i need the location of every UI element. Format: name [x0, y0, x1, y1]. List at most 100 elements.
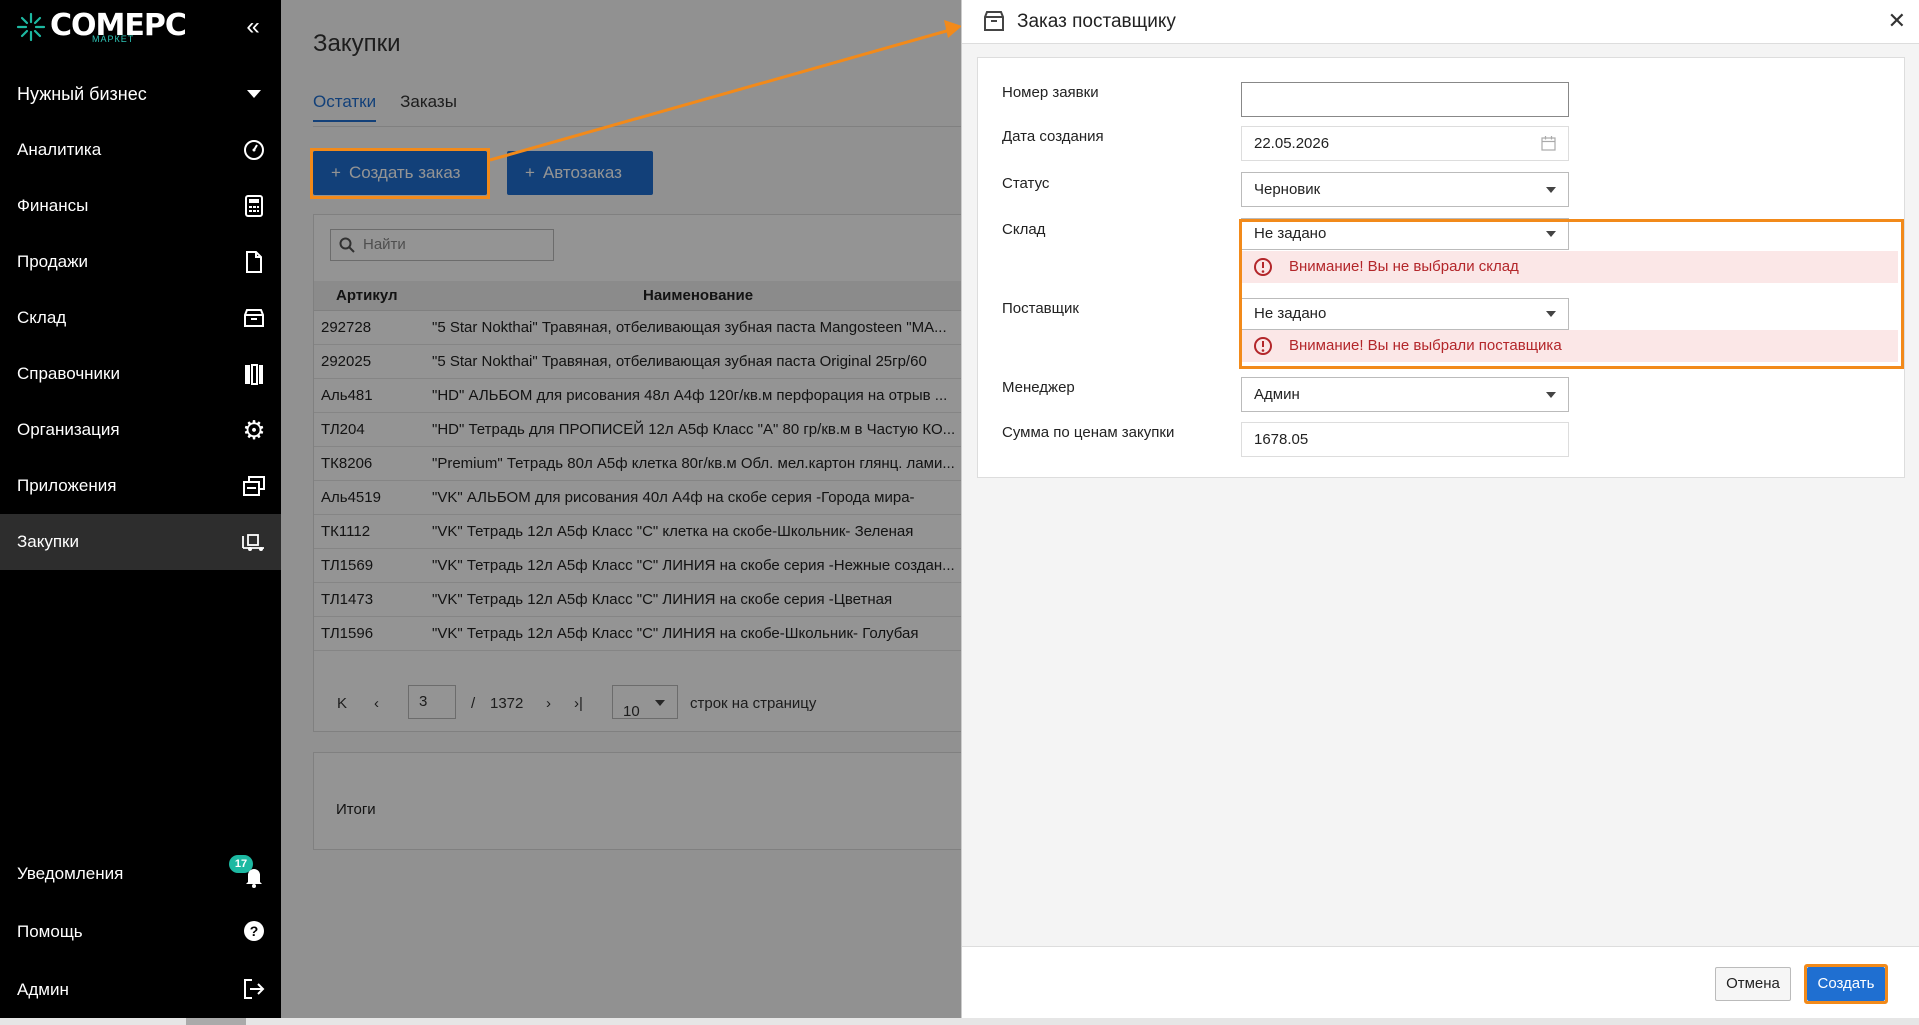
- column-header-sku[interactable]: Артикул: [336, 287, 398, 304]
- cell-sku: ТК8206: [321, 455, 373, 472]
- logout-icon: [242, 977, 266, 1001]
- cell-sku: ТЛ1569: [321, 557, 374, 574]
- dialog-title: Заказ поставщику: [1017, 11, 1176, 32]
- logo-subtitle: МАРКЕТ: [92, 34, 135, 44]
- cell-name: "HD" Тетрадь для ПРОПИСЕЙ 12л А5ф Класс …: [432, 421, 956, 438]
- first-page-icon[interactable]: K: [337, 695, 347, 712]
- speedometer-icon: [242, 138, 266, 162]
- table-row[interactable]: Аль481 "HD" АЛЬБОМ для рисования 48л А4ф …: [314, 379, 974, 413]
- sidebar-item-label: Склад: [17, 308, 67, 327]
- sidebar-item-analytics[interactable]: Аналитика: [0, 122, 281, 178]
- search-input[interactable]: Найти: [330, 229, 554, 261]
- page-input[interactable]: 3: [408, 685, 456, 719]
- box-icon: [242, 306, 266, 330]
- search-icon: [339, 237, 355, 253]
- caret-down-icon: [1546, 187, 1556, 193]
- last-page-icon[interactable]: ›|: [574, 695, 583, 712]
- sidebar-item-sales[interactable]: Продажи: [0, 234, 281, 290]
- sidebar-item-label: Админ: [17, 980, 69, 999]
- search-placeholder: Найти: [363, 236, 406, 253]
- sidebar-item-organization[interactable]: Организация ⚙: [0, 402, 281, 458]
- totals-panel: Итоги: [313, 752, 973, 850]
- caret-down-icon: [655, 700, 665, 706]
- status-label: Статус: [1002, 175, 1050, 192]
- highlight-required-fields: [1239, 219, 1904, 369]
- collapse-sidebar-icon[interactable]: «: [242, 15, 264, 39]
- cell-sku: 292728: [321, 319, 372, 336]
- tab-stock[interactable]: Остатки: [313, 92, 377, 122]
- sum-input[interactable]: 1678.05: [1241, 422, 1569, 457]
- caret-down-icon: [1546, 392, 1556, 398]
- manager-label: Менеджер: [1002, 379, 1075, 396]
- cell-sku: 292025: [321, 353, 372, 370]
- sidebar-item-admin[interactable]: Админ: [0, 961, 281, 1019]
- order-number-input[interactable]: [1241, 82, 1569, 117]
- per-page-select[interactable]: 10: [612, 685, 678, 720]
- created-date-label: Дата создания: [1002, 128, 1104, 145]
- calendar-icon[interactable]: [1541, 136, 1556, 151]
- table-row[interactable]: Аль4519 "VK" АЛЬБОМ для рисования 40л А4ф…: [314, 481, 974, 515]
- business-selector[interactable]: Нужный бизнес: [0, 76, 281, 112]
- sidebar-item-finance[interactable]: Финансы: [0, 178, 281, 234]
- truck-icon: [242, 530, 266, 554]
- table-row[interactable]: ТЛ1569 "VK" Тетрадь 12л А5ф Класс "С" ЛИН…: [314, 549, 974, 583]
- prev-page-icon[interactable]: ‹: [374, 695, 379, 712]
- bell-icon: [242, 865, 266, 889]
- tab-orders[interactable]: Заказы: [400, 92, 457, 122]
- cell-name: "VK" Тетрадь 12л А5ф Класс "С" ЛИНИЯ на …: [432, 557, 955, 574]
- document-icon: [242, 250, 266, 274]
- stock-grid: Найти Артикул Наименование 292728 "5 Star…: [313, 214, 974, 732]
- cell-name: "5 Star Nokthai" Травяная, отбеливающая …: [432, 353, 927, 370]
- sidebar-item-label: Закупки: [17, 532, 79, 551]
- scrollbar-thumb[interactable]: [186, 1018, 246, 1025]
- box-icon: [984, 11, 1004, 31]
- sidebar: COMEPC МАРКЕТ « Нужный бизнес Аналитика …: [0, 0, 281, 1018]
- sidebar-item-notifications[interactable]: Уведомления 17: [0, 845, 281, 903]
- logo-star-icon: [16, 12, 46, 42]
- cell-name: "VK" Тетрадь 12л А5ф Класс "С" ЛИНИЯ на …: [432, 591, 893, 608]
- order-form: Номер заявки Дата создания 22.05.2026 Ст…: [977, 57, 1905, 478]
- warehouse-label: Склад: [1002, 221, 1046, 238]
- manager-select[interactable]: Админ: [1241, 377, 1569, 412]
- cell-sku: ТЛ1596: [321, 625, 374, 642]
- status-select[interactable]: Черновик: [1241, 172, 1569, 207]
- sidebar-item-warehouse[interactable]: Склад: [0, 290, 281, 346]
- table-row[interactable]: 292025 "5 Star Nokthai" Травяная, отбелив…: [314, 345, 974, 379]
- sidebar-item-purchases[interactable]: Закупки: [0, 514, 281, 570]
- pager: K ‹ 3 / 1372 › ›| 10 строк на страницу: [314, 685, 974, 725]
- tabs-divider: [313, 126, 961, 127]
- sidebar-item-apps[interactable]: Приложения: [0, 458, 281, 514]
- create-button[interactable]: Создать: [1807, 967, 1885, 1001]
- sidebar-item-references[interactable]: Справочники: [0, 346, 281, 402]
- cell-name: "VK" Тетрадь 12л А5ф Класс "С" клетка на…: [432, 523, 914, 540]
- dialog-footer: Отмена Создать: [962, 946, 1919, 1018]
- windows-icon: [242, 474, 266, 498]
- sidebar-item-label: Продажи: [17, 252, 88, 271]
- next-page-icon[interactable]: ›: [546, 695, 551, 712]
- sidebar-bottom-nav: Уведомления 17 Помощь ? Админ: [0, 845, 281, 1019]
- caret-down-icon: [247, 90, 261, 98]
- cell-name: "VK" АЛЬБОМ для рисования 40л А4ф на ско…: [432, 489, 915, 506]
- sidebar-item-label: Аналитика: [17, 140, 102, 159]
- cell-sku: ТК1112: [321, 523, 371, 540]
- logo[interactable]: COMEPC: [16, 10, 187, 54]
- horizontal-scrollbar[interactable]: [0, 1018, 1919, 1025]
- created-date-input[interactable]: 22.05.2026: [1241, 126, 1569, 161]
- supplier-label: Поставщик: [1002, 300, 1079, 317]
- column-header-name[interactable]: Наименование: [643, 287, 753, 304]
- sidebar-item-help[interactable]: Помощь ?: [0, 903, 281, 961]
- tabs: Остатки Заказы: [313, 92, 457, 122]
- table-row[interactable]: ТЛ1596 "VK" Тетрадь 12л А5ф Класс "С" ЛИН…: [314, 617, 974, 651]
- table-row[interactable]: 292728 "5 Star Nokthai" Травяная, отбелив…: [314, 311, 974, 345]
- page-title: Закупки: [313, 30, 401, 57]
- table-row[interactable]: ТЛ204 "HD" Тетрадь для ПРОПИСЕЙ 12л А5ф К…: [314, 413, 974, 447]
- manager-value: Админ: [1254, 386, 1300, 403]
- close-icon[interactable]: ✕: [1888, 8, 1906, 34]
- table-row[interactable]: ТК8206 "Premium" Тетрадь 80л А5ф клетка 8…: [314, 447, 974, 481]
- auto-order-button[interactable]: + Автозаказ: [507, 151, 653, 195]
- table-row[interactable]: ТК1112 "VK" Тетрадь 12л А5ф Класс "С" кле…: [314, 515, 974, 549]
- order-number-label: Номер заявки: [1002, 84, 1099, 101]
- cancel-button[interactable]: Отмена: [1715, 967, 1791, 1001]
- status-value: Черновик: [1254, 181, 1321, 198]
- table-row[interactable]: ТЛ1473 "VK" Тетрадь 12л А5ф Класс "С" ЛИН…: [314, 583, 974, 617]
